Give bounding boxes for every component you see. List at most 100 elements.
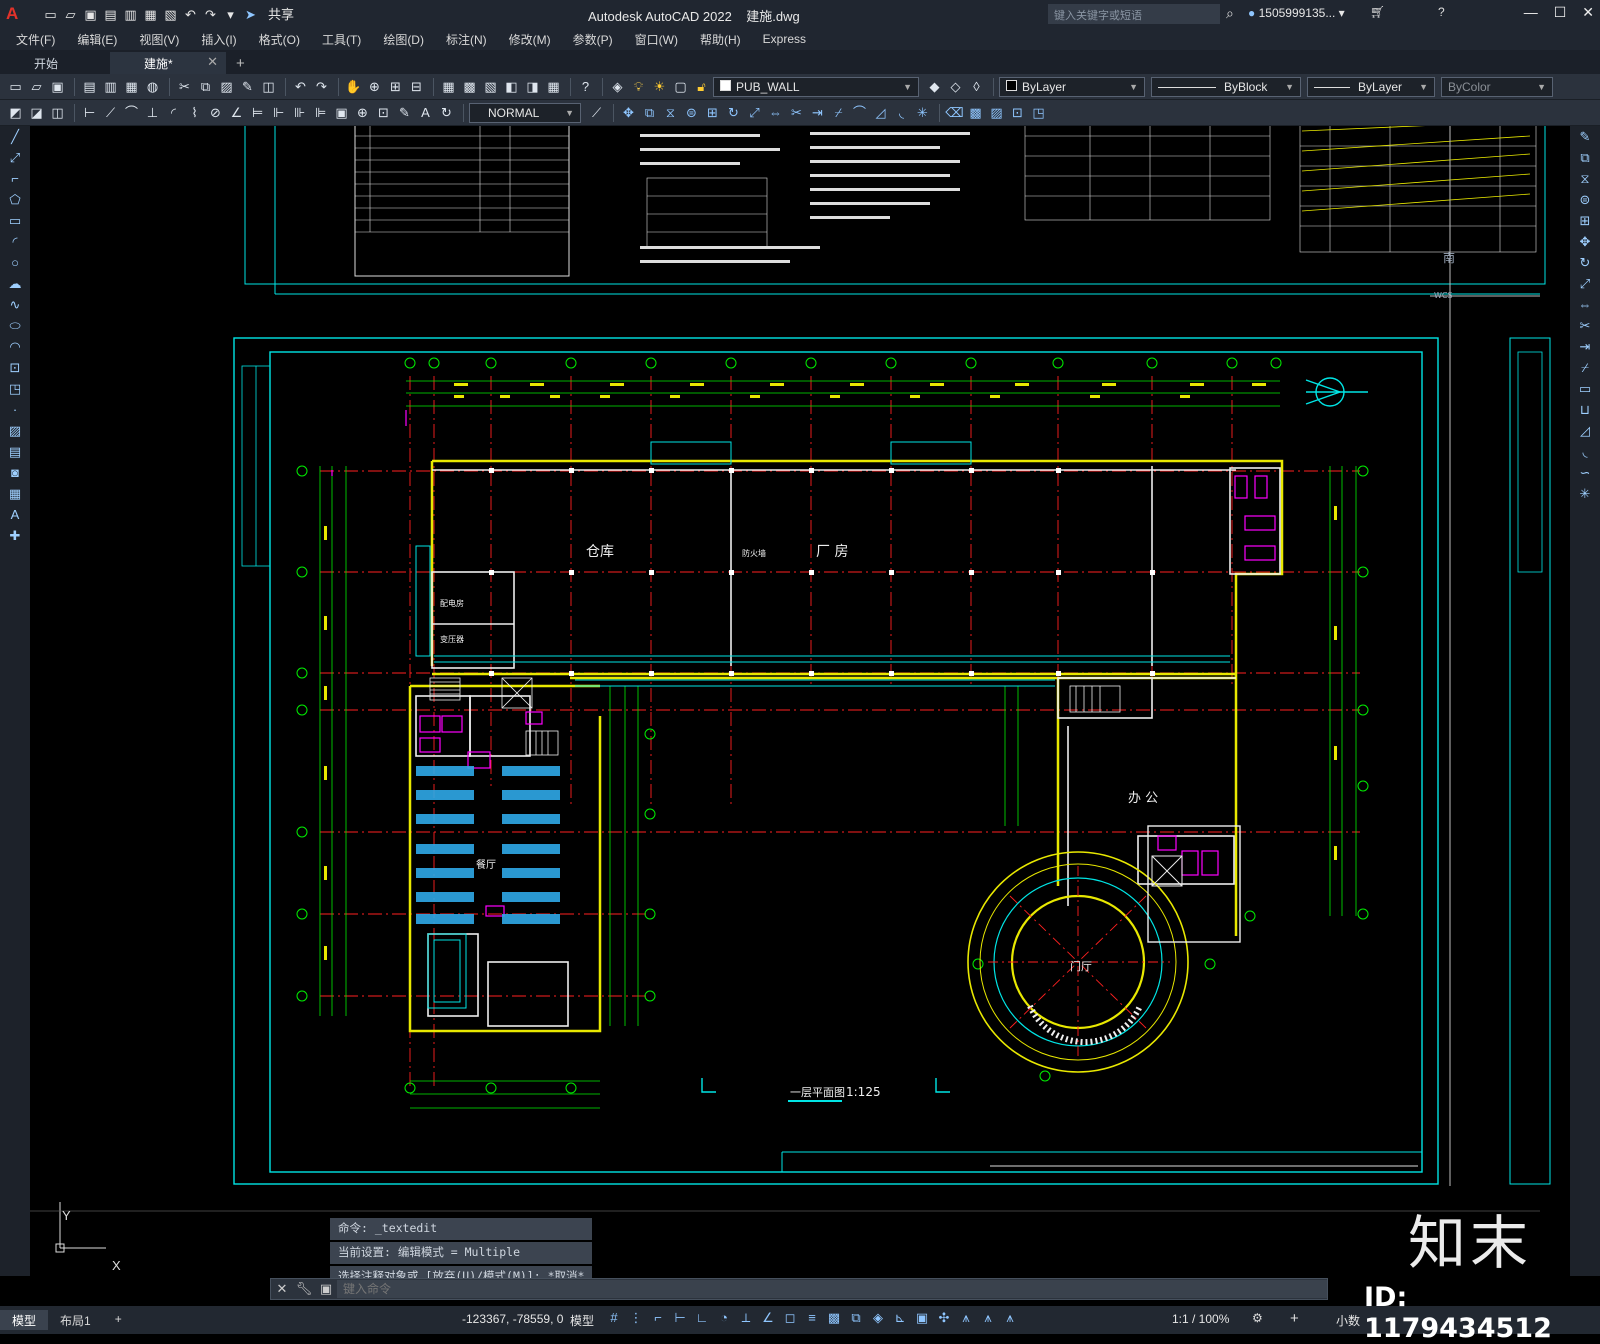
menu-item[interactable]: Express	[763, 32, 806, 46]
markup-icon[interactable]: ◨	[523, 77, 542, 96]
spline-icon[interactable]: ∿	[0, 294, 30, 315]
center-mark-icon[interactable]: ⊕	[353, 103, 372, 122]
dim-linear-icon[interactable]: ⊢	[80, 103, 99, 122]
menu-item[interactable]: 绘图(D)	[383, 31, 424, 48]
properties-icon[interactable]: ▦	[439, 77, 458, 96]
annomonitor-plus-icon[interactable]: +	[1290, 1310, 1299, 1327]
selection-cycling-icon[interactable]: ⧉	[848, 1310, 864, 1326]
extend-icon[interactable]: ⇥	[808, 103, 827, 122]
array-icon[interactable]: ⊞	[703, 103, 722, 122]
save-icon[interactable]: ▣	[48, 77, 67, 96]
menu-item[interactable]: 帮助(H)	[700, 31, 741, 48]
selection-filter-icon[interactable]: ▣	[914, 1310, 930, 1326]
construction-line-icon[interactable]: ⤢	[0, 147, 30, 168]
matchprop-icon[interactable]: ✎	[238, 77, 257, 96]
open-icon[interactable]: ▱	[27, 77, 46, 96]
color-dropdown[interactable]: ByLayer ▼	[999, 76, 1145, 97]
undo-icon[interactable]: ↶	[291, 77, 310, 96]
inspect-icon[interactable]: ⊡	[374, 103, 393, 122]
scale-icon[interactable]: ⤢	[1570, 273, 1600, 294]
annotation-scale[interactable]: 1:1 / 100%	[1172, 1312, 1229, 1326]
dim-update-icon[interactable]: ↻	[437, 103, 456, 122]
insert-block-icon[interactable]: ⊡	[1008, 103, 1027, 122]
redo-icon[interactable]: ↷	[202, 6, 219, 23]
dim-ordinate-icon[interactable]: ⊥	[143, 103, 162, 122]
share-icon[interactable]: ➤	[242, 6, 259, 23]
ellipse-arc-icon[interactable]: ◠	[0, 336, 30, 357]
3dprint-icon[interactable]: ◍	[143, 77, 162, 96]
lineweight-icon[interactable]: ≡	[804, 1310, 820, 1326]
explode-icon[interactable]: ✳	[1570, 483, 1600, 504]
add-selected-icon[interactable]: ✚	[0, 525, 30, 546]
menu-item[interactable]: 视图(V)	[139, 31, 179, 48]
dim-space-icon[interactable]: ⊫	[311, 103, 330, 122]
extend-icon[interactable]: ⇥	[1570, 336, 1600, 357]
tolerance-icon[interactable]: ▣	[332, 103, 351, 122]
layer-unlock-icon[interactable]: 🔓︎	[692, 77, 711, 96]
osnap-icon[interactable]: ◻	[782, 1310, 798, 1326]
layout-tab-1[interactable]: 布局1	[48, 1310, 103, 1330]
dim-arc-icon[interactable]: ⌒	[122, 103, 141, 122]
rotate-icon[interactable]: ↻	[1570, 252, 1600, 273]
stretch-icon[interactable]: ⇔	[766, 103, 785, 122]
design-center-icon[interactable]: ▩	[460, 77, 479, 96]
fillet-icon[interactable]: ◟	[1570, 441, 1600, 462]
close-icon[interactable]: ✕	[1582, 4, 1594, 21]
help-icon[interactable]: ?	[1438, 5, 1445, 19]
break-point-icon[interactable]: ⌿	[1570, 357, 1600, 378]
save-web-icon[interactable]: ▦	[142, 6, 159, 23]
layer-dropdown[interactable]: PUB_WALL ▼	[713, 76, 919, 97]
linetype-dropdown[interactable]: ByBlock ▼	[1151, 76, 1301, 97]
annotation-visibility-icon[interactable]: ⩚	[958, 1310, 974, 1326]
hatch-icon[interactable]: ▨	[0, 420, 30, 441]
lineweight-dropdown[interactable]: ByLayer ▼	[1307, 76, 1435, 97]
layer-state-icon[interactable]: ◊	[967, 77, 986, 96]
transparency-icon[interactable]: ▩	[826, 1310, 842, 1326]
make-current-layer-icon[interactable]: ◆	[925, 77, 944, 96]
new-tab-button[interactable]: +	[226, 53, 255, 74]
ortho-icon[interactable]: ∟	[694, 1310, 710, 1326]
units-display[interactable]: 小数	[1336, 1312, 1360, 1329]
3d-osnap-icon[interactable]: ◈	[870, 1310, 886, 1326]
send-back-icon[interactable]: ◫	[48, 103, 67, 122]
model-space-button[interactable]: 模型	[570, 1312, 594, 1329]
block-icon[interactable]: ◳	[0, 378, 30, 399]
workspace-gear-icon[interactable]: ⚙	[1252, 1311, 1263, 1325]
user-account[interactable]: ● 1505999135... ▾	[1248, 6, 1345, 20]
gradient-icon[interactable]: ▤	[0, 441, 30, 462]
layer-thaw-icon[interactable]: ☀	[650, 77, 669, 96]
group-icon[interactable]: ▩	[966, 103, 985, 122]
offset-icon[interactable]: ⊜	[1570, 189, 1600, 210]
tab-drawing[interactable]: 建施* ✕	[110, 52, 226, 74]
trim-icon[interactable]: ✂	[787, 103, 806, 122]
save-as-icon[interactable]: ▤	[102, 6, 119, 23]
table-icon[interactable]: ▦	[0, 483, 30, 504]
region-icon[interactable]: ◙	[0, 462, 30, 483]
redo-icon[interactable]: ↷	[312, 77, 331, 96]
mtext-icon[interactable]: A	[0, 504, 30, 525]
menu-item[interactable]: 标注(N)	[446, 31, 487, 48]
close-command-icon[interactable]: ✕	[271, 1281, 293, 1297]
break-icon[interactable]: ▭	[1570, 378, 1600, 399]
infer-icon[interactable]: ⌐	[650, 1310, 666, 1326]
search-icon[interactable]: ⌕	[1226, 5, 1234, 22]
qnew-icon[interactable]: ▭	[6, 77, 25, 96]
polygon-icon[interactable]: ⬠	[0, 189, 30, 210]
polyline-icon[interactable]: ⌐	[0, 168, 30, 189]
help-icon[interactable]: ?	[576, 77, 595, 96]
save-icon[interactable]: ▣	[82, 6, 99, 23]
dim-aligned-icon[interactable]: ⟋	[101, 103, 120, 122]
menu-item[interactable]: 插入(I)	[201, 31, 236, 48]
publish-icon[interactable]: ▦	[122, 77, 141, 96]
plot-icon[interactable]: ▧	[162, 6, 179, 23]
maximize-icon[interactable]: ☐	[1554, 4, 1567, 21]
move-icon[interactable]: ✥	[619, 103, 638, 122]
tab-start[interactable]: 开始	[0, 52, 110, 74]
join-icon[interactable]: ⌒	[850, 103, 869, 122]
insert-icon[interactable]: ⊡	[0, 357, 30, 378]
copy-icon[interactable]: ⧉	[196, 77, 215, 96]
tool-palettes-icon[interactable]: ▧	[481, 77, 500, 96]
layer-properties-icon[interactable]: ◈	[608, 77, 627, 96]
fillet-icon[interactable]: ◟	[892, 103, 911, 122]
customize-icon[interactable]: ▾	[222, 6, 239, 23]
